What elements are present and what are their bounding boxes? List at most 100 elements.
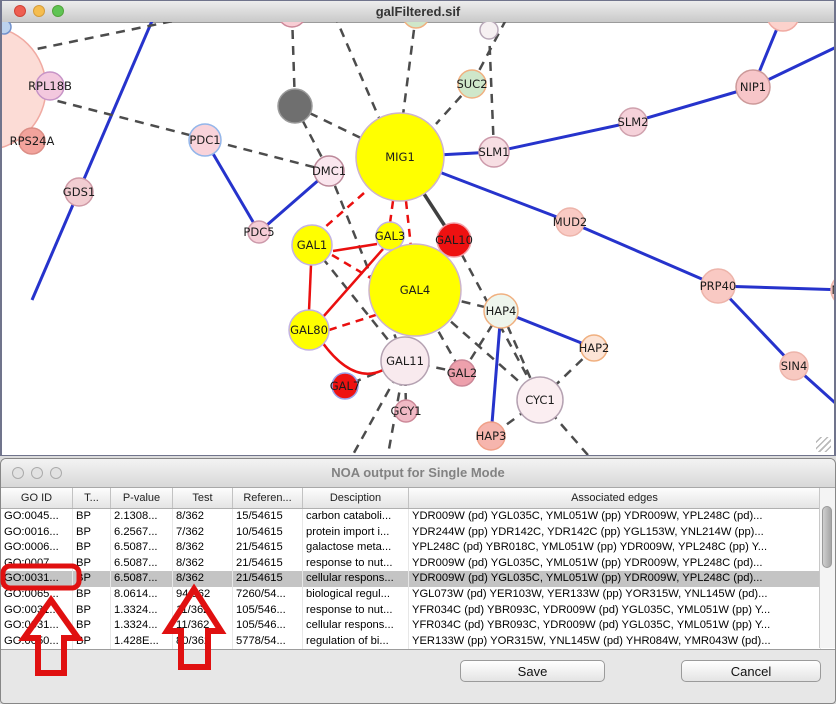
column-header-test[interactable]: Test xyxy=(173,488,233,508)
graph-edge[interactable] xyxy=(32,22,155,300)
graph-edge[interactable] xyxy=(309,265,311,311)
cell-goid: GO:0006... xyxy=(1,540,73,556)
cell-type: BP xyxy=(73,587,111,603)
graph-edge[interactable] xyxy=(491,311,501,436)
node-pink-top-left[interactable] xyxy=(278,22,306,27)
graph-edge[interactable] xyxy=(334,22,380,120)
save-button[interactable]: Save xyxy=(460,660,605,682)
cell-type: BP xyxy=(73,509,111,525)
node-MUD2[interactable]: MUD2 xyxy=(553,208,588,236)
column-header-pvalue[interactable]: P-value xyxy=(111,488,173,508)
graph-canvas[interactable]: RPL18BRPS24AGDS1PDC1PDC5MIG1DMC1SUC2SLM1… xyxy=(2,22,834,455)
table-row[interactable]: GO:0006...BP6.5087...8/36221/54615galact… xyxy=(1,540,835,556)
cancel-button[interactable]: Cancel xyxy=(681,660,821,682)
table-row[interactable]: GO:0050...BP1.428E...80/3625778/54...reg… xyxy=(1,634,835,650)
cell-test: 11/362 xyxy=(173,603,233,619)
column-header-description[interactable]: Desciption xyxy=(303,488,409,508)
node-SUC2[interactable]: SUC2 xyxy=(456,70,487,98)
node-green-top[interactable] xyxy=(403,22,429,28)
table-header: GO IDT...P-valueTestReferen...Desciption… xyxy=(1,488,835,509)
node-label: GAL3 xyxy=(375,229,406,243)
node-MSL1[interactable]: MSL1 xyxy=(831,274,834,306)
graph-edge[interactable] xyxy=(406,201,411,247)
node-label: NIP1 xyxy=(740,80,766,94)
graph-edge[interactable] xyxy=(322,342,385,374)
table-row[interactable]: GO:0016...BP6.2567...7/36210/54615protei… xyxy=(1,525,835,541)
node-HAP4[interactable]: HAP4 xyxy=(484,294,518,328)
node-label: GCY1 xyxy=(390,404,421,418)
node-label: GAL1 xyxy=(297,238,328,252)
graph-edge[interactable] xyxy=(22,22,207,52)
vertical-scrollbar[interactable] xyxy=(819,488,835,648)
graph-edge[interactable] xyxy=(633,87,753,122)
node-GCY1[interactable]: GCY1 xyxy=(390,400,421,422)
node-unnamed-gray[interactable] xyxy=(278,89,312,123)
node-MIG1[interactable]: MIG1 xyxy=(356,113,444,201)
node-GAL4[interactable]: GAL4 xyxy=(369,244,461,336)
cell-description: cellular respons... xyxy=(303,618,409,634)
column-header-goid[interactable]: GO ID xyxy=(1,488,73,508)
cell-reference: 21/54615 xyxy=(233,571,303,587)
cell-edges: YDR009W (pd) YGL035C, YML051W (pp) YDR00… xyxy=(409,571,821,587)
graph-edge[interactable] xyxy=(570,222,718,286)
table-row[interactable]: GO:0007...BP6.5087...8/36221/54615respon… xyxy=(1,556,835,572)
node-PDC5[interactable]: PDC5 xyxy=(243,221,274,243)
node-PDC1[interactable]: PDC1 xyxy=(189,124,221,156)
column-header-reference[interactable]: Referen... xyxy=(233,488,303,508)
node-label: RPL18B xyxy=(28,79,72,93)
node-label: PDC1 xyxy=(189,133,220,147)
node-GAL7[interactable]: GAL7 xyxy=(330,373,361,399)
graph-window-title: galFiltered.sif xyxy=(2,1,834,22)
table-row[interactable]: GO:0065...BP8.0614...94/3627260/54...bio… xyxy=(1,587,835,603)
graph-edge[interactable] xyxy=(494,122,633,152)
cell-pvalue: 2.1308... xyxy=(111,509,173,525)
node-white-top[interactable] xyxy=(480,22,498,39)
node-HAP3[interactable]: HAP3 xyxy=(476,422,507,450)
graph-edge[interactable] xyxy=(390,201,393,223)
column-header-type[interactable]: T... xyxy=(73,488,111,508)
node-GDS1[interactable]: GDS1 xyxy=(63,178,95,206)
cell-reference: 7260/54... xyxy=(233,587,303,603)
resize-grip[interactable] xyxy=(816,437,831,452)
table-row[interactable]: GO:0031...BP1.3324...11/362105/546...res… xyxy=(1,603,835,619)
node-SLM1[interactable]: SLM1 xyxy=(479,137,510,167)
node-GAL11[interactable]: GAL11 xyxy=(381,337,429,385)
node-GAL80[interactable]: GAL80 xyxy=(289,310,329,350)
node-label: HAP3 xyxy=(476,429,507,443)
noa-window-titlebar[interactable]: NOA output for Single Mode xyxy=(1,459,835,488)
node-pink-top-right[interactable] xyxy=(767,22,799,31)
cell-pvalue: 8.0614... xyxy=(111,587,173,603)
graph-edge[interactable] xyxy=(333,244,377,251)
cell-pvalue: 1.3324... xyxy=(111,618,173,634)
cell-pvalue: 6.5087... xyxy=(111,556,173,572)
table-row[interactable]: GO:0031...BP6.5087...8/36221/54615cellul… xyxy=(1,571,835,587)
node-blue-sliver[interactable] xyxy=(2,22,11,34)
table-body: GO:0045...BP2.1308...8/36215/54615carbon… xyxy=(1,509,835,649)
node-label: HAP4 xyxy=(486,304,517,318)
table-row[interactable]: GO:0045...BP2.1308...8/36215/54615carbon… xyxy=(1,509,835,525)
node-GAL2[interactable]: GAL2 xyxy=(447,360,478,386)
cell-type: BP xyxy=(73,603,111,619)
node-SLM2[interactable]: SLM2 xyxy=(618,108,649,136)
graph-edge[interactable] xyxy=(324,193,364,228)
cell-test: 80/362 xyxy=(173,634,233,650)
cell-description: cellular respons... xyxy=(303,571,409,587)
cell-description: response to nut... xyxy=(303,603,409,619)
node-NIP1[interactable]: NIP1 xyxy=(736,70,770,104)
graph-window-titlebar[interactable]: galFiltered.sif xyxy=(2,1,834,23)
node-GAL1[interactable]: GAL1 xyxy=(292,225,332,265)
node-PRP40[interactable]: PRP40 xyxy=(700,269,737,303)
cell-test: 94/362 xyxy=(173,587,233,603)
results-table: GO IDT...P-valueTestReferen...Desciption… xyxy=(1,488,835,650)
node-HAP2[interactable]: HAP2 xyxy=(579,335,610,361)
table-row[interactable]: GO:0031...BP1.3324...11/362105/546...cel… xyxy=(1,618,835,634)
node-label: GAL10 xyxy=(435,233,473,247)
node-label: GDS1 xyxy=(63,185,95,199)
cell-type: BP xyxy=(73,525,111,541)
column-header-edges[interactable]: Associated edges xyxy=(409,488,821,508)
node-SIN4[interactable]: SIN4 xyxy=(780,352,808,380)
graph-edge[interactable] xyxy=(403,22,416,115)
node-CYC1[interactable]: CYC1 xyxy=(517,377,563,423)
scrollbar-thumb[interactable] xyxy=(822,506,832,568)
cell-pvalue: 1.3324... xyxy=(111,603,173,619)
